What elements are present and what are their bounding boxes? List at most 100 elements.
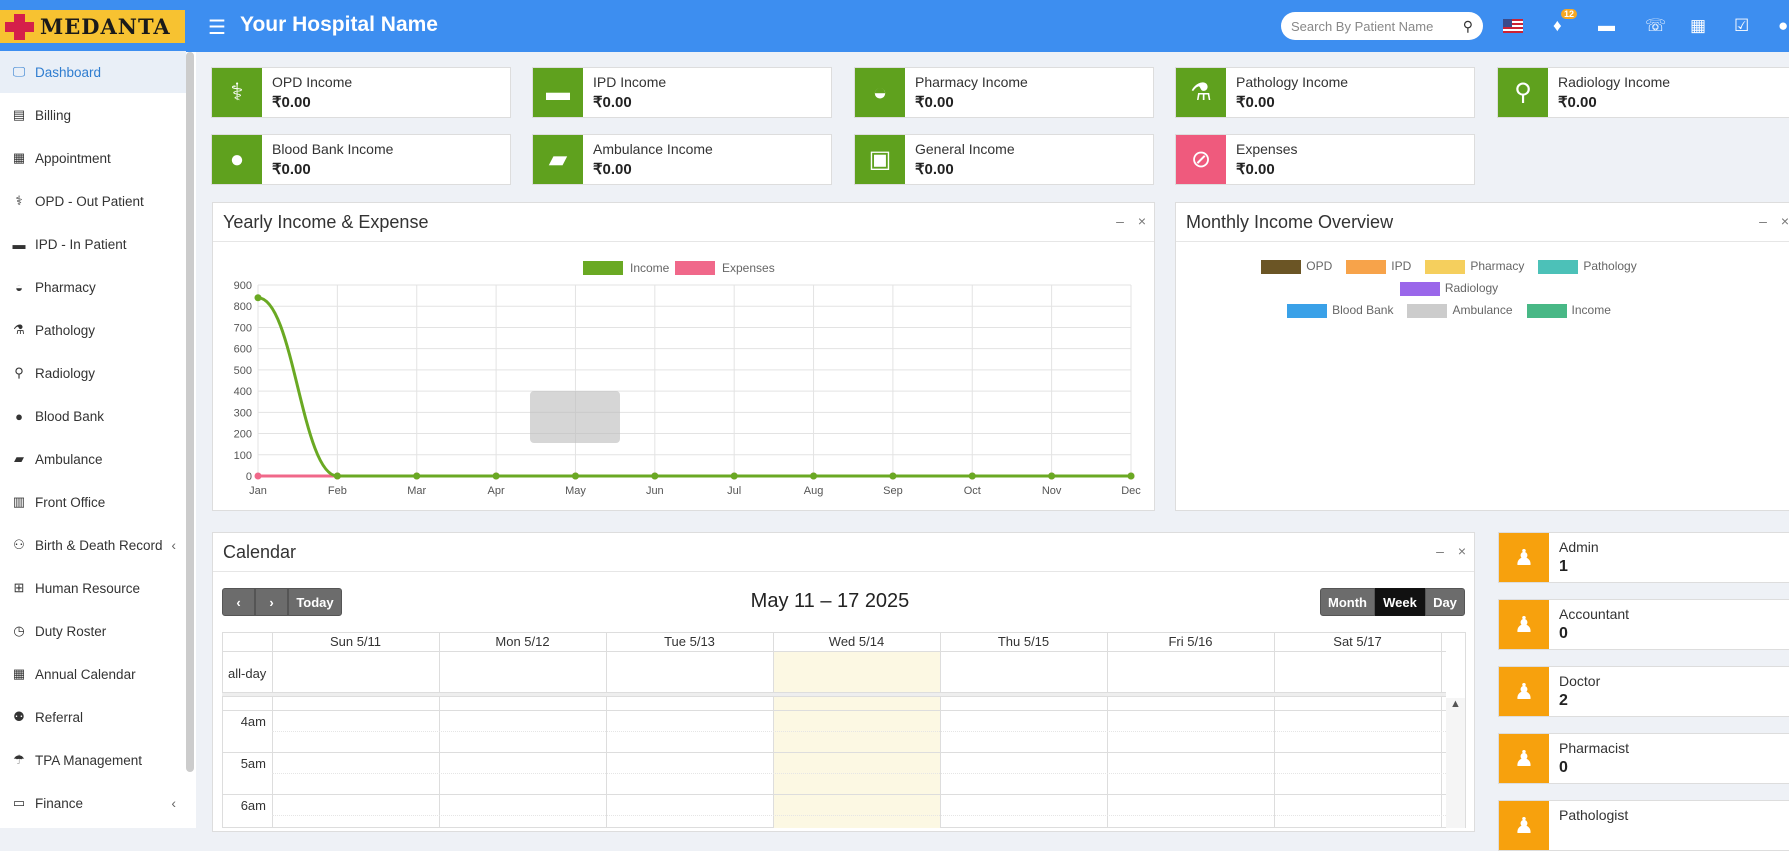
day-header[interactable]: Fri 5/16 [1107,634,1274,649]
staff-card[interactable]: ♟ Pharmacist 0 [1498,733,1789,784]
close-icon[interactable]: × [1781,213,1789,229]
bell-icon[interactable]: ♦ [1553,16,1562,36]
staff-card[interactable]: ♟ Accountant 0 [1498,599,1789,650]
income-card[interactable]: ▰ Ambulance Income ₹0.00 [532,134,832,185]
income-card[interactable]: ◒ Pharmacy Income ₹0.00 [854,67,1154,118]
close-icon[interactable]: × [1138,213,1146,229]
card-label: General Income [915,141,1015,157]
legend-item[interactable]: IPD [1346,259,1411,274]
top-navbar: MEDANTA ☰ Your Hospital Name ⚲ ♦ 12 ▬ ☏ … [0,0,1789,52]
view-button-week[interactable]: Week [1375,588,1425,616]
task-check-icon[interactable]: ☑ [1734,16,1749,36]
sidebar-item[interactable]: ⚉ Referral [0,696,186,738]
income-card[interactable]: ⚗ Pathology Income ₹0.00 [1175,67,1475,118]
legend-swatch [1538,259,1579,274]
sidebar-item[interactable]: ⊞ Human Resource [0,567,186,609]
close-icon[interactable]: × [1458,543,1466,559]
day-header[interactable]: Tue 5/13 [606,634,773,649]
scroll-up-icon[interactable]: ▲ [1450,698,1461,710]
income-card[interactable]: ⚲ Radiology Income ₹0.00 [1497,67,1789,118]
income-card[interactable]: ⚕ OPD Income ₹0.00 [211,67,511,118]
day-header[interactable]: Sat 5/17 [1274,634,1441,649]
legend-item[interactable]: OPD [1261,259,1332,274]
day-header[interactable]: Thu 5/15 [940,634,1107,649]
menu-toggle-icon[interactable]: ☰ [208,15,226,40]
legend-item[interactable]: Radiology [1399,281,1498,296]
billing-icon: ▤ [12,107,26,122]
search-icon[interactable]: ⚲ [1463,18,1473,35]
sidebar-item[interactable]: ▦ Annual Calendar [0,653,186,695]
sidebar-item[interactable]: ▤ Billing [0,94,186,136]
day-header[interactable]: Sun 5/11 [272,634,439,649]
sidebar-item[interactable]: ◷ Duty Roster [0,610,186,652]
sidebar-item[interactable]: ▥ Front Office [0,481,186,523]
view-button-month[interactable]: Month [1320,588,1375,616]
x-tick-label: Jul [727,485,741,497]
sidebar-item[interactable]: ● Blood Bank [0,395,186,437]
monitor-icon: 🖵 [12,64,26,79]
sidebar-item[interactable]: ◒ Pharmacy [0,266,186,308]
data-point [1127,472,1135,480]
x-tick-label: Jun [646,485,664,497]
language-flag-icon[interactable] [1503,19,1523,33]
calendar-check-icon: ▦ [12,150,26,165]
calendar-scrollbar[interactable] [1446,698,1465,828]
logo[interactable]: MEDANTA [0,10,185,43]
legend-item[interactable]: Pharmacy [1425,259,1524,274]
staff-card[interactable]: ♟ Admin 1 [1498,532,1789,583]
sidebar-item[interactable]: ▭ Finance ‹ [0,782,186,824]
income-card[interactable]: ⊘ Expenses ₹0.00 [1175,134,1475,185]
day-header[interactable]: Wed 5/14 [773,634,940,649]
card-label: Pharmacist [1559,740,1630,756]
ambulance-icon: ▰ [533,135,583,184]
minimize-icon[interactable]: – [1436,543,1444,559]
whatsapp-icon[interactable]: ☏ [1645,16,1666,36]
income-card[interactable]: ▣ General Income ₹0.00 [854,134,1154,185]
sidebar-item[interactable]: ☂ TPA Management [0,739,186,781]
sidebar-item[interactable]: ▬ IPD - In Patient [0,223,186,265]
day-header[interactable]: Mon 5/12 [439,634,606,649]
sidebar-scrollbar[interactable] [186,52,194,772]
calendar-prev-button[interactable]: ‹ [222,588,255,616]
legend-label: Expenses [722,261,775,275]
legend-item[interactable]: Blood Bank [1287,303,1393,318]
staff-card[interactable]: ♟ Pathologist [1498,800,1789,851]
income-card[interactable]: ● Blood Bank Income ₹0.00 [211,134,511,185]
x-tick-label: Apr [488,485,505,497]
bed-icon: ▬ [12,236,26,252]
legend-item[interactable]: Pathology [1538,259,1637,274]
y-tick-label: 800 [234,301,252,313]
minimize-icon[interactable]: – [1759,213,1767,229]
calendar-next-button[interactable]: › [255,588,288,616]
view-button-day[interactable]: Day [1425,588,1465,616]
user-secret-icon: ♟ [1499,801,1549,850]
search-input[interactable] [1291,18,1451,34]
legend-swatch [1425,259,1466,274]
sidebar-item[interactable]: ▦ Appointment [0,137,186,179]
monthly-income-panel: Monthly Income Overview – × OPD IPD Pharma… [1175,202,1789,511]
sidebar-item[interactable]: ⚇ Birth & Death Record ‹ [0,524,186,566]
data-point [492,472,500,480]
sidebar-item[interactable]: 🖵 Dashboard [0,51,186,93]
legend-item[interactable]: Income [1526,303,1611,318]
calendar-icon[interactable]: ▦ [1690,16,1706,36]
droplet-icon: ● [212,135,262,184]
sidebar-item[interactable]: ⚲ Radiology [0,352,186,394]
card-value: 1 [1559,558,1568,575]
legend-item[interactable]: Ambulance [1407,303,1513,318]
sidebar-item[interactable]: ⚕ OPD - Out Patient [0,180,186,222]
bed-icon[interactable]: ▬ [1598,16,1615,36]
minimize-icon[interactable]: – [1116,213,1124,229]
sidebar-item[interactable]: ⚗ Pathology [0,309,186,351]
sidebar-item-label: Pathology [35,322,96,338]
stethoscope-icon: ⚕ [15,193,23,208]
income-card[interactable]: ▬ IPD Income ₹0.00 [532,67,832,118]
data-point [413,472,421,480]
flask-icon: ⚗ [1176,68,1226,117]
x-tick-label: May [565,485,586,497]
patient-search: ⚲ [1281,12,1483,40]
staff-card[interactable]: ♟ Doctor 2 [1498,666,1789,717]
user-avatar-icon[interactable]: ● [1778,16,1788,36]
sidebar-item[interactable]: ▰ Ambulance [0,438,186,480]
calendar-today-button[interactable]: Today [288,588,342,616]
